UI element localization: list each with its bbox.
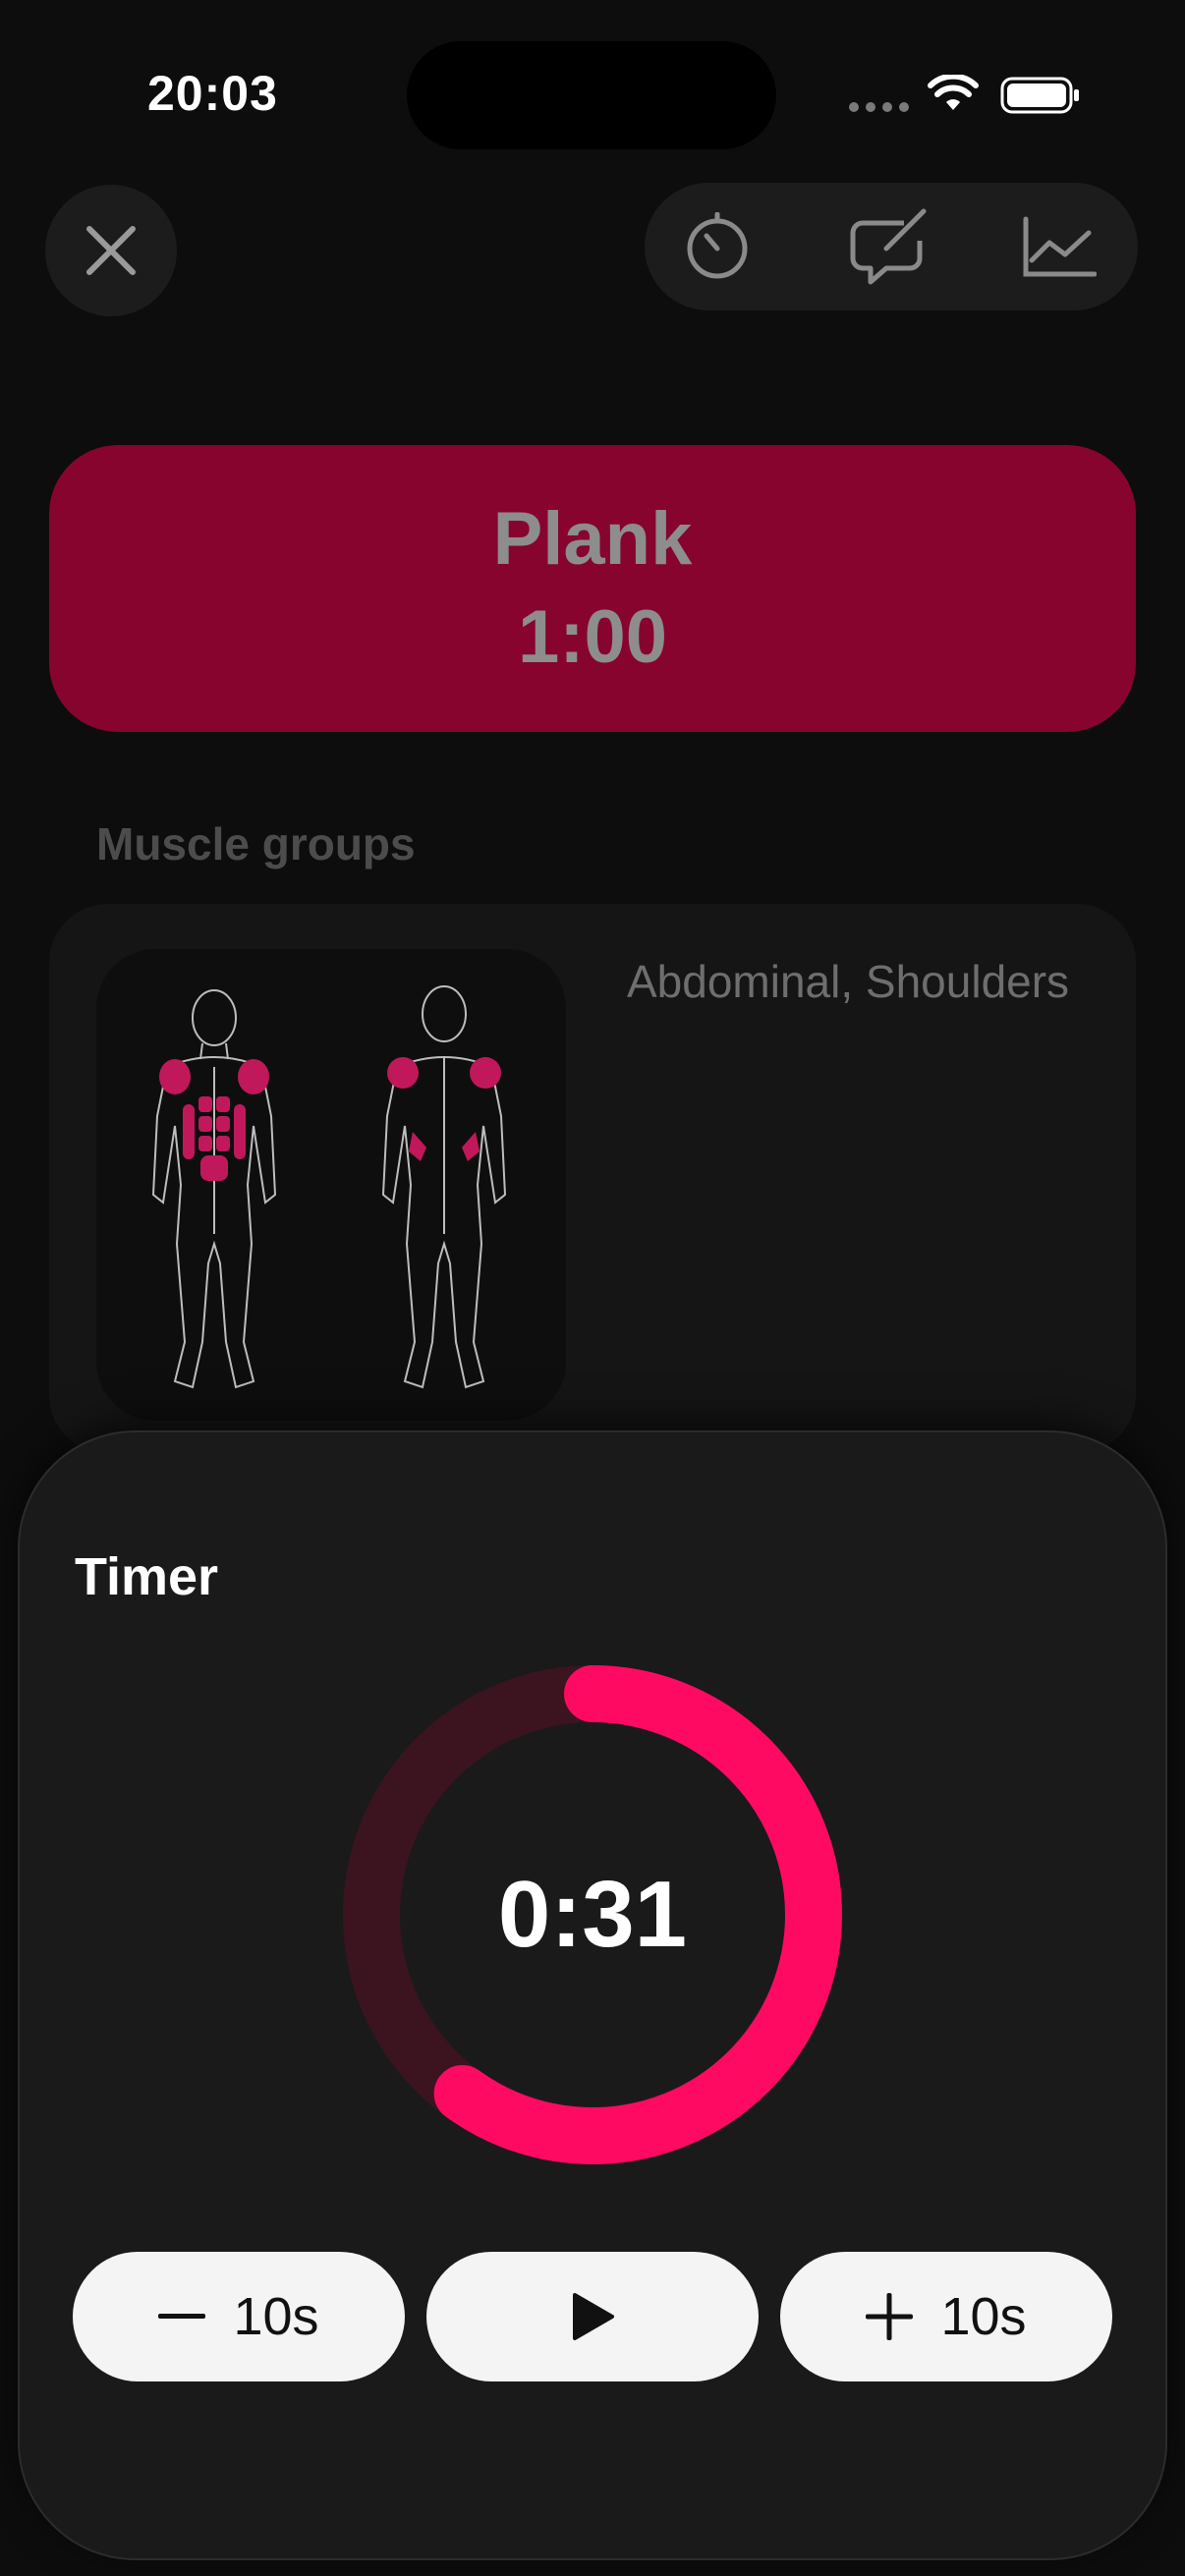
exercise-name: Plank xyxy=(492,497,693,581)
close-button[interactable] xyxy=(45,185,177,316)
play-icon xyxy=(573,2293,614,2340)
stats-button[interactable] xyxy=(1010,197,1108,296)
exercise-card[interactable]: Plank 1:00 xyxy=(49,445,1136,732)
body-map-image xyxy=(96,949,566,1421)
exercise-duration: 1:00 xyxy=(517,595,668,679)
timer-title: Timer xyxy=(75,1547,219,1606)
line-chart-icon xyxy=(1023,216,1097,277)
toolbar-group xyxy=(645,183,1138,310)
stopwatch-icon xyxy=(687,212,748,279)
notes-button[interactable] xyxy=(839,197,937,296)
minus-10s-label: 10s xyxy=(233,2287,319,2346)
timer-button[interactable] xyxy=(668,197,766,296)
dynamic-island xyxy=(407,41,776,149)
muscle-groups-card: Abdominal, Shoulders xyxy=(49,904,1136,1454)
plus-10s-label: 10s xyxy=(940,2287,1027,2346)
battery-icon xyxy=(1000,77,1079,114)
cellular-signal-icon xyxy=(849,102,909,112)
minus-icon xyxy=(158,2314,206,2319)
muscle-groups-list: Abdominal, Shoulders xyxy=(627,956,1070,1007)
compose-note-icon xyxy=(850,208,927,285)
wifi-icon xyxy=(928,75,979,110)
play-button[interactable] xyxy=(426,2252,759,2381)
plus-10s-button[interactable]: 10s xyxy=(780,2252,1112,2381)
minus-10s-button[interactable]: 10s xyxy=(73,2252,405,2381)
muscle-groups-title: Muscle groups xyxy=(96,818,416,869)
plus-icon xyxy=(866,2293,914,2340)
timer-remaining: 0:31 xyxy=(497,1862,688,1967)
xmark-icon xyxy=(86,226,136,275)
status-time: 20:03 xyxy=(147,66,278,121)
